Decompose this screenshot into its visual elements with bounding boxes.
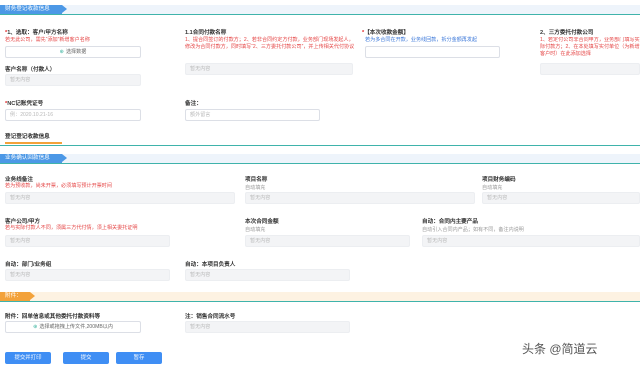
upload-button[interactable]: ⊕ 选择或拖拽上传文件,200MB以内 — [5, 321, 141, 333]
section-bar-business — [0, 154, 640, 163]
project-code-sub: 自动填充 — [482, 185, 503, 191]
project-code-field[interactable]: 暂无内容 — [482, 192, 640, 204]
upload-icon: ⊕ — [33, 324, 38, 330]
amount-input[interactable] — [365, 46, 500, 58]
contract-amount-label: 本次合同金额 — [245, 219, 279, 225]
contract-label: 1.1合同付款名称 — [185, 30, 227, 36]
project-name-field[interactable]: 暂无内容 — [245, 192, 475, 204]
third-party-hint: 1、若定付公司非合同甲方，业务部门填写实际付款方；2、在本处填写实付单位（为新增… — [540, 37, 640, 57]
business-remark-label: 业务线备注 — [5, 177, 33, 183]
sales-serial-field[interactable]: 暂无内容 — [185, 321, 350, 333]
business-remark-hint: 若为预收款，尚未开票，必须填写预计开票时间 — [5, 183, 112, 189]
amount-label: *【本次收款金额】 — [362, 30, 409, 36]
payer-field[interactable]: 暂无内容 — [5, 74, 141, 86]
project-name-sub: 自动填充 — [245, 185, 266, 191]
contract-amount-sub: 自动填充 — [245, 227, 266, 233]
section-title-business: 业务确认回款信息 — [0, 154, 67, 163]
divider — [0, 301, 640, 302]
sales-serial-label: 注：销售合同流水号 — [185, 314, 236, 320]
watermark: 头条 @简道云 — [522, 342, 598, 356]
third-party-label: 2、三方委托付款公司 — [540, 30, 594, 36]
client-company-hint: 若与实际付款人不同，须属三方代付情，须上相关委托证明 — [5, 225, 138, 231]
department-label: 自动：部门/业务组 — [5, 262, 52, 268]
remark-input[interactable]: 额外留言 — [185, 109, 320, 121]
select-data-button[interactable]: ⊕ 选择数据 — [5, 46, 141, 58]
tab-underline — [5, 142, 62, 144]
section-title-attach: 附件： — [0, 292, 35, 301]
client-company-label: 客户公司/甲方 — [5, 219, 41, 225]
main-product-sub: 自动引入合同内产品；如有不同，备注内说明 — [422, 227, 524, 233]
business-remark-field[interactable]: 暂无内容 — [5, 192, 235, 204]
submit-button[interactable]: 提交 — [63, 352, 109, 364]
nc-label: *NC记账凭证号 — [5, 101, 44, 107]
department-field[interactable]: 暂无内容 — [5, 269, 170, 281]
section-bar-attach — [0, 292, 640, 301]
section-bar-finance — [0, 5, 640, 14]
customer-label: *1、选取：客户/甲方名称 — [5, 30, 68, 36]
save-draft-button[interactable]: 暂存 — [116, 352, 162, 364]
tab-finance-info[interactable]: 登记登记收款信息 — [5, 132, 50, 140]
owner-label: 自动：本项目负责人 — [185, 262, 236, 268]
project-code-label: 项目财务编码 — [482, 177, 516, 183]
divider — [0, 145, 640, 146]
remark-label: 备注： — [185, 101, 202, 107]
client-company-field[interactable]: 暂无内容 — [5, 235, 170, 247]
divider — [0, 14, 640, 15]
payer-label: 客户名称（付款人） — [5, 67, 56, 73]
attachment-label: 附件：回单信息或其他委托付款资料等 — [5, 314, 101, 320]
customer-hint: 若无此公司，需先“添加”新增客户名称 — [5, 37, 90, 43]
contract-amount-field[interactable]: 暂无内容 — [245, 235, 410, 247]
owner-field[interactable]: 暂无内容 — [185, 269, 350, 281]
main-product-label: 自动：合同内主要产品 — [422, 219, 478, 225]
plus-icon: ⊕ — [59, 49, 64, 55]
amount-hint: 若为多合同在开款，业务线回款，拆分金额再发起 — [365, 37, 478, 43]
project-name-label: 项目名称 — [245, 177, 268, 183]
contract-field[interactable]: 暂无内容 — [185, 63, 353, 75]
section-title-finance: 财务登记收款信息 — [0, 5, 67, 14]
nc-input[interactable]: 例：2020.10.21-16 — [5, 109, 141, 121]
divider — [0, 163, 640, 164]
third-party-field[interactable] — [540, 63, 640, 75]
contract-hint: 1、提合同签订的付款方；2、若非合同约定方付款，业务部门现场发起人，修改为合同付… — [185, 37, 355, 50]
submit-print-button[interactable]: 提交并打印 — [5, 352, 51, 364]
main-product-field[interactable]: 暂无内容 — [422, 235, 640, 247]
